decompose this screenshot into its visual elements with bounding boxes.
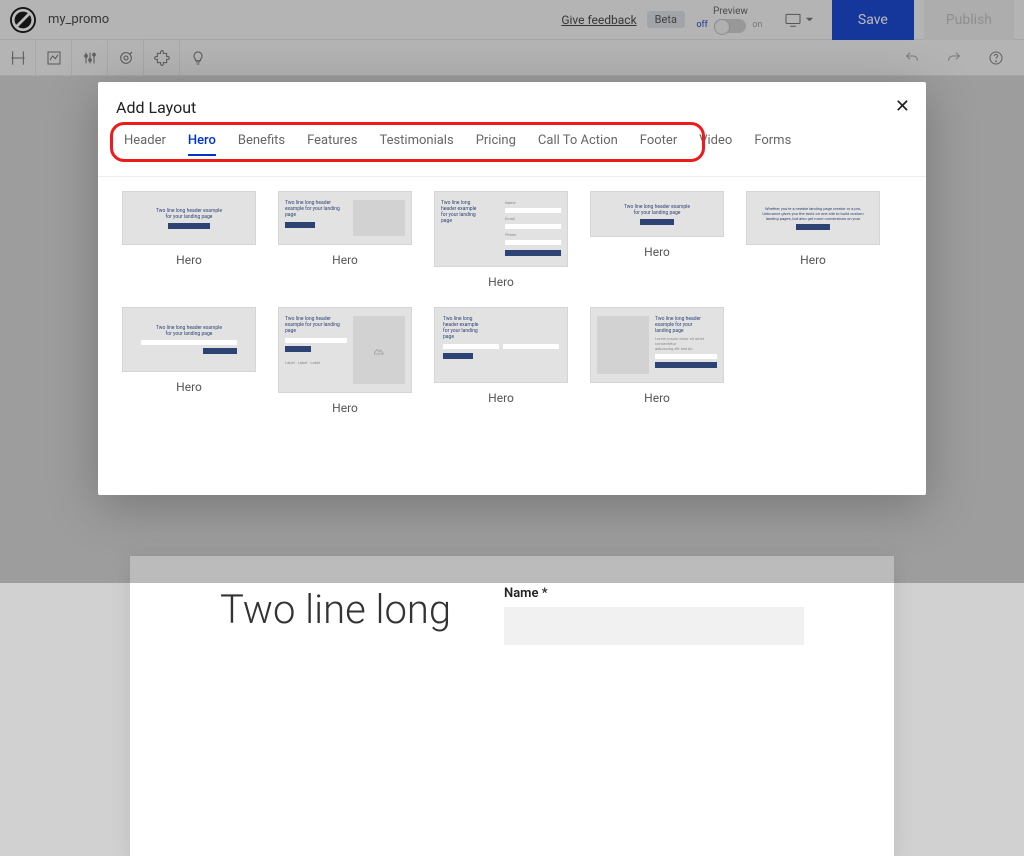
tab-pricing[interactable]: Pricing [476,133,516,156]
tab-hero[interactable]: Hero [188,133,216,156]
layout-template-hero-left-media-tall[interactable]: Two line long headerexample for your lan… [278,307,412,415]
tab-benefits[interactable]: Benefits [238,133,285,156]
tab-header[interactable]: Header [124,133,166,156]
layout-template-hero-paragraph[interactable]: Whether you're a newbie landing page cre… [746,191,880,289]
layout-template-hero-centered-narrow[interactable]: Two line long header examplefor your lan… [590,191,724,289]
layout-template-hero-centered-tall[interactable]: Two line long header examplefor your lan… [122,307,256,415]
layout-template-hero-centered[interactable]: Two line long header examplefor your lan… [122,191,256,289]
close-icon[interactable]: ✕ [895,96,910,117]
modal-title: Add Layout [116,98,908,117]
layout-template-hero-two-col-form[interactable]: Two line longheader examplefor your land… [434,307,568,415]
name-field-label: Name * [504,586,804,601]
layout-template-hero-right-form[interactable]: Two line long headerexample for yourland… [590,307,724,415]
tab-features[interactable]: Features [307,133,357,156]
add-layout-modal: Add Layout ✕ Header Hero Benefits Featur… [98,82,926,495]
canvas-hero-section: Two line long Name * [130,556,894,856]
tab-forms[interactable]: Forms [754,133,791,156]
tab-call-to-action[interactable]: Call To Action [538,133,618,156]
tab-video[interactable]: Video [699,133,732,156]
layout-template-hero-left-media[interactable]: Two line long headerexample for your lan… [278,191,412,289]
canvas-heading: Two line long [220,586,451,826]
divider [98,176,926,177]
layout-category-tabs: Header Hero Benefits Features Testimonia… [116,129,908,162]
tab-testimonials[interactable]: Testimonials [379,133,453,156]
layout-template-grid: Two line long header examplefor your lan… [116,191,908,415]
tab-footer[interactable]: Footer [640,133,677,156]
name-input[interactable] [504,607,804,645]
layout-template-hero-left-form[interactable]: Two line longheader examplefor your land… [434,191,568,289]
